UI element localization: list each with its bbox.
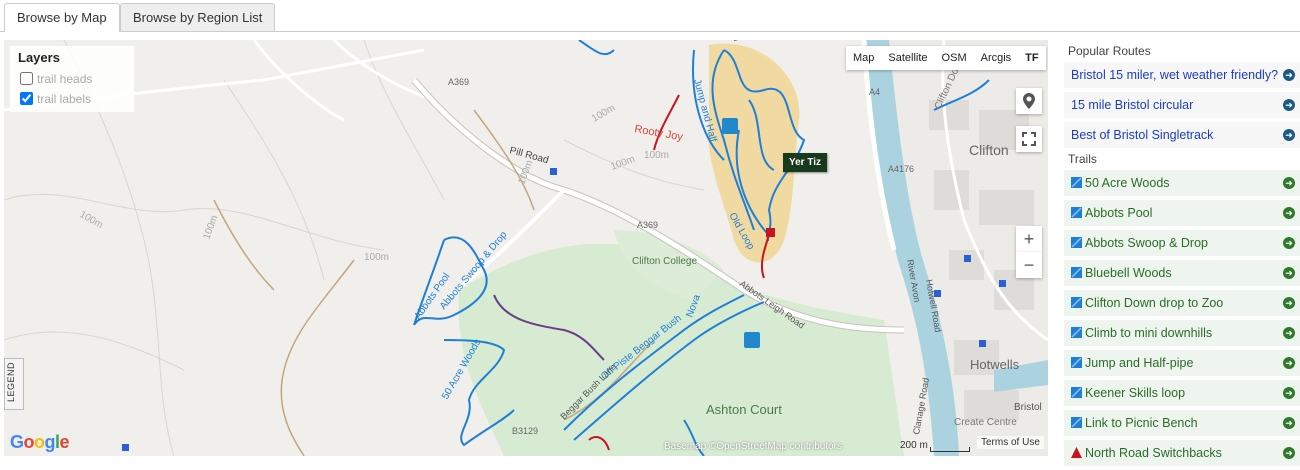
blue-square-trail-icon (1071, 237, 1082, 248)
trail-item[interactable]: Link to Picnic Bench ➜ (1064, 410, 1300, 436)
blue-square-trail-icon (1071, 267, 1082, 278)
label-clifton-college: Clifton College (632, 256, 697, 267)
layer-trail-heads[interactable]: trail heads (20, 72, 92, 86)
trail-heads-checkbox[interactable] (20, 72, 33, 85)
arrow-right-icon: ➜ (1283, 447, 1295, 459)
map-type-switcher: Map Satellite OSM Arcgis TF (846, 46, 1046, 70)
label-bristol: Bristol (1014, 402, 1042, 413)
arrow-right-icon: ➜ (1283, 207, 1295, 219)
label-rooty-joy: Rooty Joy (633, 123, 684, 143)
arrow-right-icon: ➜ (1283, 297, 1295, 309)
arrow-right-icon: ➜ (1283, 177, 1295, 189)
trail-tooltip: Yer Tiz (783, 153, 828, 172)
label-contour-2: 100m (201, 214, 220, 241)
arrow-right-icon: ➜ (1283, 387, 1295, 399)
trail-item[interactable]: Jump and Half-pipe ➜ (1064, 350, 1300, 376)
sidebar: Popular Routes Bristol 15 miler, wet wea… (1064, 40, 1300, 470)
label-contour-5: 100m (644, 150, 669, 161)
trail-labels-checkbox[interactable] (20, 92, 33, 105)
label-contour-6: 100m (590, 103, 617, 125)
arrow-right-icon: ➜ (1283, 237, 1295, 249)
label-hotwells: Hotwells (970, 357, 1020, 372)
tab-browse-by-map[interactable]: Browse by Map (4, 3, 120, 32)
route-item[interactable]: 15 mile Bristol circular ➜ (1064, 92, 1300, 118)
arrow-right-icon: ➜ (1283, 357, 1295, 369)
map-type-osm[interactable]: OSM (935, 46, 974, 70)
label-a369-mid: A369 (637, 220, 658, 230)
basemap-attribution: Basemap ©OpenStreetMap contributors (664, 441, 843, 452)
arrow-right-icon: ➜ (1283, 99, 1295, 111)
scale-label: 200 m (900, 440, 928, 451)
label-contour-1: 100m (78, 209, 105, 231)
label-ashton-court: Ashton Court (706, 402, 782, 417)
map-type-map[interactable]: Map (846, 46, 881, 70)
zoom-in-button[interactable]: + (1016, 226, 1042, 252)
label-a4: A4 (869, 87, 880, 97)
trails-heading: Trails (1068, 152, 1097, 166)
trail-item[interactable]: Keener Skills loop ➜ (1064, 380, 1300, 406)
arrow-right-icon: ➜ (1283, 69, 1295, 81)
zoom-out-button[interactable]: − (1016, 252, 1042, 278)
blue-square-trail-icon (1071, 357, 1082, 368)
blue-square-trail-icon (1071, 207, 1082, 218)
scale-bar (930, 447, 970, 452)
layer-trail-labels[interactable]: trail labels (20, 92, 91, 106)
route-item[interactable]: Bristol 15 miler, wet weather friendly? ➜ (1064, 62, 1300, 88)
trail-item[interactable]: Climb to mini downhills ➜ (1064, 320, 1300, 346)
label-create-centre: Create Centre (954, 417, 1017, 428)
label-contour-3: 100m (364, 252, 389, 263)
trailhead-marker (766, 228, 775, 237)
popular-routes-heading: Popular Routes (1068, 44, 1151, 58)
map-canvas[interactable]: Clifton Clifton College Hotwells Ashton … (4, 40, 1048, 456)
layers-panel: Layers trail heads trail labels (10, 46, 134, 112)
trail-item[interactable]: North Road Switchbacks ➜ (1064, 440, 1300, 466)
terms-of-use-link[interactable]: Terms of Use (977, 436, 1044, 449)
blue-square-trail-icon (1071, 417, 1082, 428)
blue-square-trail-icon (1071, 297, 1082, 308)
blue-square-trail-icon (1071, 387, 1082, 398)
trail-item[interactable]: Bluebell Woods ➜ (1064, 260, 1300, 286)
tab-browse-by-region-list[interactable]: Browse by Region List (120, 3, 276, 31)
trail-item[interactable]: Abbots Swoop & Drop ➜ (1064, 230, 1300, 256)
google-logo: Google (10, 432, 70, 452)
label-clifton: Clifton (969, 142, 1009, 158)
label-b3129: B3129 (512, 426, 538, 436)
fullscreen-icon[interactable] (1016, 126, 1042, 152)
red-triangle-trail-icon (1071, 447, 1082, 458)
view-tabs: Browse by Map Browse by Region List (0, 0, 1300, 32)
location-pin-icon[interactable] (1016, 88, 1042, 114)
trail-item[interactable]: Clifton Down drop to Zoo ➜ (1064, 290, 1300, 316)
label-a4176: A4176 (888, 164, 914, 174)
arrow-right-icon: ➜ (1283, 327, 1295, 339)
arrow-right-icon: ➜ (1283, 129, 1295, 141)
map-type-tf[interactable]: TF (1018, 46, 1045, 70)
trail-item[interactable]: Abbots Pool ➜ (1064, 200, 1300, 226)
map-type-satellite[interactable]: Satellite (881, 46, 934, 70)
map-basemap: Clifton Clifton College Hotwells Ashton … (4, 40, 1048, 456)
arrow-right-icon: ➜ (1283, 267, 1295, 279)
trail-item[interactable]: 50 Acre Woods ➜ (1064, 170, 1300, 196)
label-a369-top: A369 (448, 77, 469, 87)
map-type-arcgis[interactable]: Arcgis (974, 46, 1019, 70)
blue-square-trail-icon (1071, 177, 1082, 188)
arrow-right-icon: ➜ (1283, 417, 1295, 429)
blue-square-trail-icon (1071, 327, 1082, 338)
route-item[interactable]: Best of Bristol Singletrack ➜ (1064, 122, 1300, 148)
legend-tab[interactable]: LEGEND (4, 358, 24, 410)
label-contour-7: 100m (609, 154, 636, 173)
layers-title: Layers (18, 50, 60, 65)
